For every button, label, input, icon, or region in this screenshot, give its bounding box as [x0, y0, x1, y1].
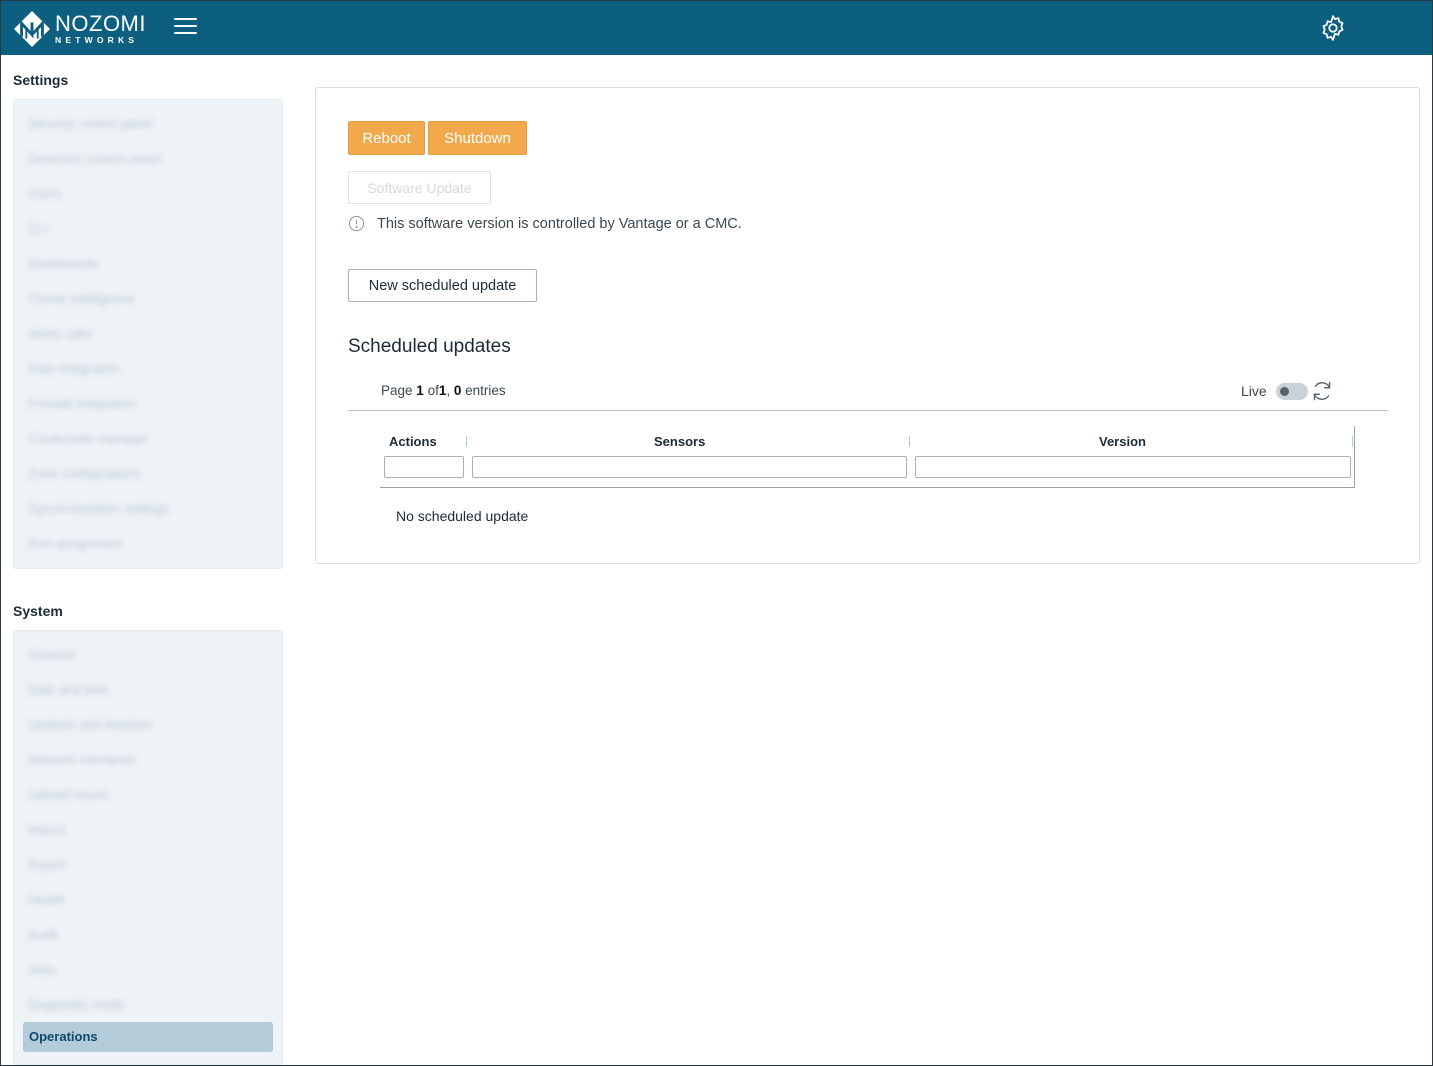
pager-prefix: Page — [381, 383, 413, 398]
sidebar-item-data-integration[interactable]: Data integration — [14, 351, 282, 386]
sidebar-item-network-interfaces[interactable]: Network interfaces — [14, 742, 282, 777]
new-scheduled-update-button[interactable]: New scheduled update — [348, 269, 537, 302]
column-header-sensors[interactable]: Sensors — [654, 434, 705, 449]
sidebar-item-upload-traces[interactable]: Upload traces — [14, 777, 282, 812]
sidebar-item-synchronization-settings[interactable]: Synchronization settings — [14, 491, 282, 526]
column-resize-handle[interactable] — [909, 436, 910, 447]
live-label: Live — [1241, 383, 1267, 399]
sidebar: Settings Security control panel Detectio… — [1, 55, 297, 1065]
sidebar-item-users[interactable]: Users — [14, 176, 282, 211]
section-divider — [348, 410, 1388, 411]
sidebar-item-jobs[interactable]: Jobs — [14, 952, 282, 987]
sidebar-item-import[interactable]: Import — [14, 812, 282, 847]
pager-entries-label: entries — [465, 383, 506, 398]
pager-of: of — [427, 383, 439, 398]
live-toggle[interactable] — [1275, 382, 1308, 400]
sidebar-item-dashboards[interactable]: Dashboards — [14, 246, 282, 281]
nozomi-logo-icon — [13, 10, 51, 48]
column-resize-handle[interactable] — [1352, 436, 1353, 447]
sidebar-item-export[interactable]: Export — [14, 847, 282, 882]
sidebar-item-operations[interactable]: Operations — [23, 1022, 273, 1052]
column-header-actions[interactable]: Actions — [389, 434, 437, 449]
pager-total-pages: 1 — [438, 383, 447, 398]
sidebar-item-credentials-manager[interactable]: Credentials manager — [14, 421, 282, 456]
empty-table-message: No scheduled update — [396, 508, 529, 524]
sidebar-item-updates-and-licenses[interactable]: Updates and licenses — [14, 707, 282, 742]
sidebar-item-general[interactable]: General — [14, 637, 282, 672]
settings-section-title: Settings — [13, 72, 69, 88]
software-update-button: Software Update — [348, 171, 491, 204]
sidebar-item-zone-configurations[interactable]: Zone configurations — [14, 456, 282, 491]
gear-icon[interactable] — [1319, 14, 1347, 42]
info-icon — [348, 215, 365, 232]
sidebar-item-threat-intelligence[interactable]: Threat intelligence — [14, 281, 282, 316]
pager-entries-count: 0 — [453, 383, 462, 398]
top-bar: NOZOMI NETWORKS — [1, 1, 1432, 55]
scheduled-updates-table: Actions Sensors Version — [380, 426, 1355, 488]
sidebar-item-health[interactable]: Health — [14, 882, 282, 917]
version-filter-input[interactable] — [915, 456, 1351, 478]
live-control: Live — [1241, 378, 1335, 404]
sidebar-item-diagnostic-mode[interactable]: Diagnostic mode — [14, 987, 282, 1022]
pagination-info: Page 1 of1, 0 entries — [381, 383, 506, 398]
system-section-title: System — [13, 603, 63, 619]
reboot-button[interactable]: Reboot — [348, 121, 425, 155]
logo-name: NOZOMI — [55, 11, 146, 37]
sidebar-item-date-and-time[interactable]: Date and time — [14, 672, 282, 707]
system-nav: General Date and time Updates and licens… — [13, 630, 283, 1065]
sidebar-item-cli[interactable]: CLI — [14, 211, 282, 246]
info-text: This software version is controlled by V… — [377, 215, 742, 232]
sidebar-item-audit[interactable]: Audit — [14, 917, 282, 952]
sidebar-item-firewall-integration[interactable]: Firewall integration — [14, 386, 282, 421]
sensors-filter-input[interactable] — [472, 456, 907, 478]
refresh-icon[interactable] — [1309, 378, 1335, 404]
shutdown-button[interactable]: Shutdown — [428, 121, 527, 155]
sidebar-item-security-control-panel[interactable]: Security control panel — [14, 106, 282, 141]
nozomi-logo[interactable]: NOZOMI NETWORKS — [13, 10, 146, 48]
hamburger-icon[interactable] — [174, 18, 197, 38]
column-resize-handle[interactable] — [466, 436, 467, 447]
info-message: This software version is controlled by V… — [348, 215, 742, 232]
actions-filter-input[interactable] — [384, 456, 464, 478]
sidebar-item-detection-control-panel[interactable]: Detection control panel — [14, 141, 282, 176]
operations-panel: Reboot Shutdown Software Update This sof… — [315, 87, 1420, 564]
logo-subtitle: NETWORKS — [55, 35, 139, 46]
scheduled-updates-title: Scheduled updates — [348, 336, 511, 357]
sidebar-item-alerts-rules[interactable]: Alerts rules — [14, 316, 282, 351]
column-header-version[interactable]: Version — [1099, 434, 1146, 449]
settings-nav: Security control panel Detection control… — [13, 99, 283, 569]
sidebar-item-port-assignment[interactable]: Port assignment — [14, 526, 282, 561]
pager-page: 1 — [416, 383, 424, 398]
